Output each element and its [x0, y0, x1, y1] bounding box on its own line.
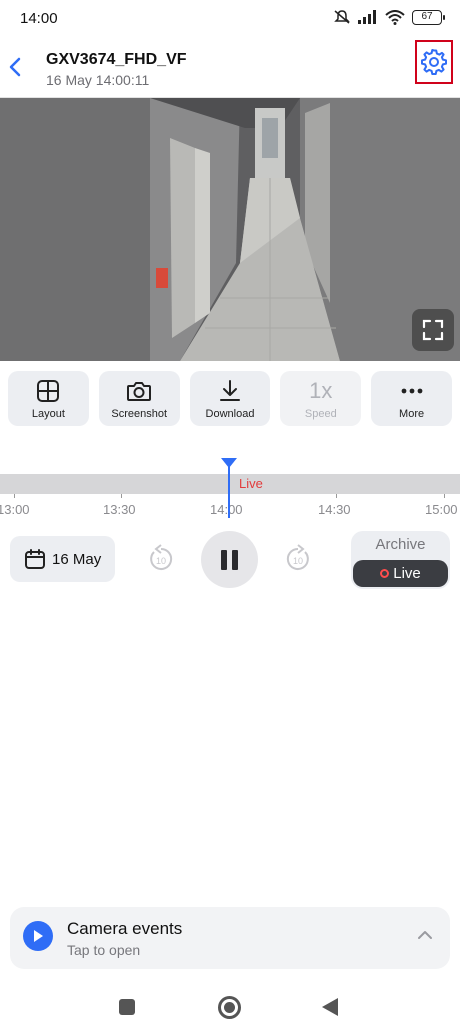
back-button[interactable] — [4, 52, 26, 82]
screenshot-button[interactable]: Screenshot — [98, 371, 180, 426]
timeline-track[interactable] — [0, 474, 460, 494]
timeline-tick — [14, 494, 15, 498]
mute-icon — [334, 10, 350, 24]
fullscreen-icon — [422, 319, 444, 341]
status-bar: 14:00 67 — [0, 0, 460, 38]
settings-button[interactable] — [415, 40, 453, 84]
camera-timestamp: 16 May 14:00:11 — [46, 72, 150, 88]
system-nav-bar — [0, 985, 460, 1031]
play-icon — [23, 921, 53, 951]
header: GXV3674_FHD_VF 16 May 14:00:11 — [0, 38, 460, 98]
more-button[interactable]: More — [371, 371, 452, 426]
timeline-cursor[interactable] — [228, 462, 230, 518]
live-dot-icon — [380, 569, 390, 578]
recents-icon[interactable] — [119, 999, 135, 1015]
gear-icon — [421, 49, 447, 75]
date-picker-button[interactable]: 16 May — [10, 536, 115, 582]
forward-seconds: 10 — [293, 556, 303, 566]
rewind-10-button[interactable]: 10 — [146, 542, 176, 576]
more-dots-icon — [401, 388, 422, 393]
timeline-tick — [336, 494, 337, 498]
download-icon — [219, 379, 240, 401]
pause-icon-bar-left — [221, 549, 227, 570]
camera-title: GXV3674_FHD_VF — [46, 51, 187, 68]
camera-events-subtitle: Tap to open — [67, 942, 141, 958]
timeline-live-label: Live — [239, 476, 263, 491]
speed-button[interactable]: 1x Speed — [280, 371, 362, 426]
more-label: More — [399, 407, 425, 420]
speed-value: 1x — [309, 377, 333, 403]
archive-live-switch: Archive Live — [351, 531, 450, 589]
layout-label: Layout — [31, 407, 65, 420]
home-icon[interactable] — [218, 996, 241, 1019]
pause-button[interactable] — [201, 531, 258, 588]
back-triangle-icon[interactable] — [322, 998, 338, 1016]
camera-events-card[interactable]: Camera events Tap to open — [10, 907, 450, 969]
timeline-tick-label: 15:00 — [425, 502, 458, 517]
layout-grid-icon — [37, 379, 60, 402]
layout-button[interactable]: Layout — [8, 371, 89, 426]
timeline-tick-label: 13:30 — [103, 502, 136, 517]
timeline-tick-label: 13:00 — [0, 502, 30, 517]
forward-10-button[interactable]: 10 — [283, 542, 313, 576]
timeline-tick — [444, 494, 445, 498]
camera-feed-image — [0, 98, 460, 361]
camera-events-title: Camera events — [67, 919, 183, 938]
battery-icon: 67 — [412, 9, 445, 25]
calendar-icon — [25, 549, 45, 569]
selected-date: 16 May — [52, 550, 102, 568]
download-button[interactable]: Download — [189, 371, 271, 426]
signal-icon — [358, 10, 376, 24]
timeline-tick — [121, 494, 122, 498]
play-triangle-icon — [34, 930, 43, 942]
speed-label: Speed — [304, 407, 337, 420]
live-mode-button[interactable]: Live — [353, 560, 448, 587]
video-player[interactable] — [0, 98, 460, 361]
download-label: Download — [205, 407, 255, 420]
rewind-10-icon: 10 — [150, 544, 173, 570]
timeline-cursor-handle[interactable] — [221, 458, 237, 468]
status-icons: 67 — [333, 9, 445, 25]
screenshot-label: Screenshot — [111, 407, 168, 420]
live-mode-label: Live — [393, 565, 421, 582]
wifi-icon — [385, 9, 405, 25]
fullscreen-button[interactable] — [412, 309, 454, 351]
chevron-up-icon[interactable] — [416, 929, 434, 941]
rewind-seconds: 10 — [156, 556, 166, 566]
action-toolbar: Layout Screenshot Download 1x Speed More — [8, 371, 452, 426]
timeline-tick-label: 14:30 — [318, 502, 351, 517]
forward-10-icon: 10 — [286, 544, 309, 570]
pause-icon-bar-right — [232, 549, 238, 570]
timeline-tick-label: 14:00 — [210, 502, 243, 517]
status-time: 14:00 — [20, 10, 58, 27]
chevron-left-icon — [9, 57, 21, 77]
camera-icon — [127, 381, 152, 401]
archive-mode-button[interactable]: Archive — [351, 536, 450, 553]
